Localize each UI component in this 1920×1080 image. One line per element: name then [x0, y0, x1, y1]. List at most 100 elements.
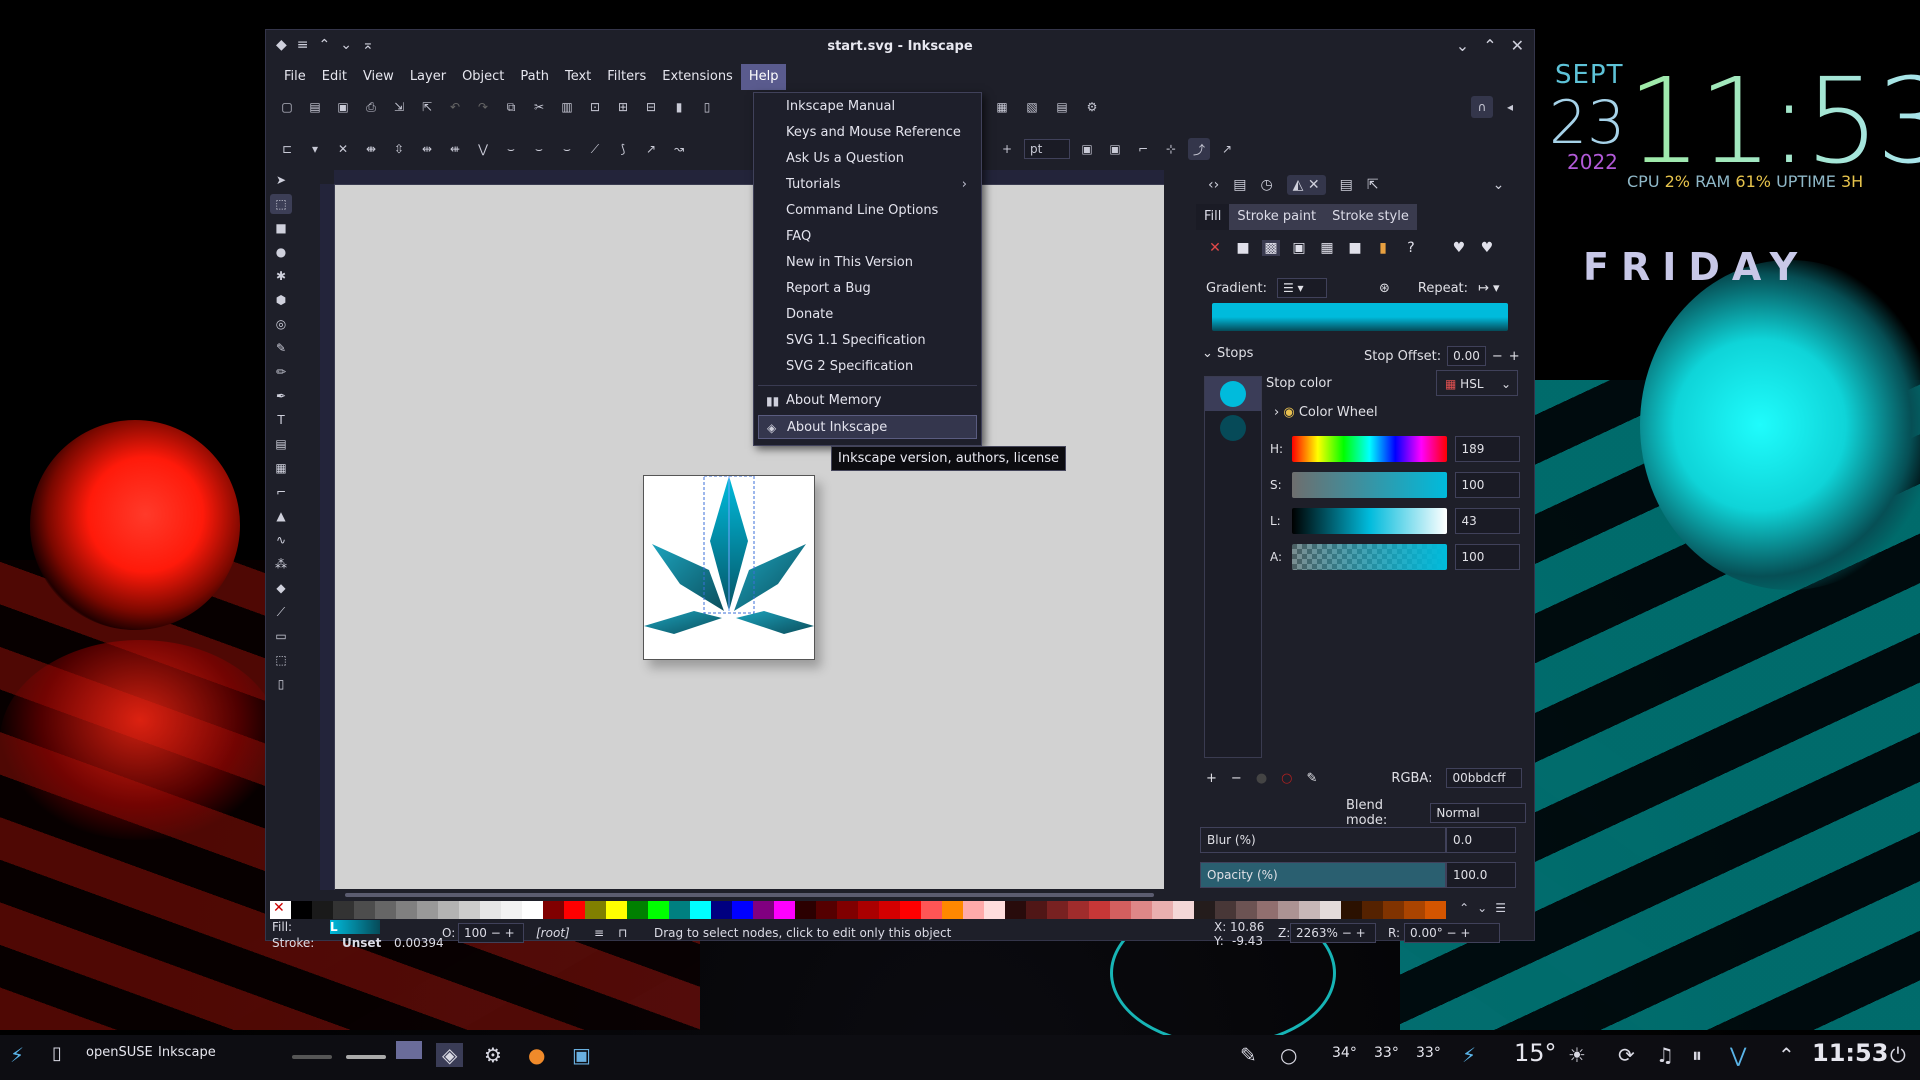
open-document-icon[interactable]: ▤ [304, 96, 326, 118]
palette-swatch[interactable] [312, 901, 333, 919]
palette-swatch[interactable] [1404, 901, 1425, 919]
palette-swatch[interactable] [753, 901, 774, 919]
saturation-slider[interactable] [1291, 472, 1447, 498]
palette-swatch[interactable] [354, 901, 375, 919]
snap-menu-icon[interactable]: ◂ [1499, 96, 1521, 118]
stop-offset-field[interactable]: 0.00 [1447, 346, 1486, 366]
menu-view[interactable]: View [355, 64, 402, 90]
node-tool-icon[interactable]: ⬚ [270, 194, 292, 214]
join-segment-icon[interactable]: ⇹ [416, 138, 438, 160]
plus-icon[interactable]: + [1509, 349, 1520, 364]
palette-swatch[interactable] [1110, 901, 1131, 919]
pen-tool-icon[interactable]: ✎ [270, 338, 292, 358]
tray-expand-icon[interactable]: ⌃ [1778, 1043, 1795, 1067]
stroke-to-path-icon[interactable]: ↝ [668, 138, 690, 160]
color-wheel-expander[interactable]: › ◉ Color Wheel [1274, 405, 1378, 420]
stop-list[interactable] [1204, 376, 1262, 758]
xml-editor-icon[interactable]: ▤ [1051, 96, 1073, 118]
palette-swatch[interactable] [879, 901, 900, 919]
color-mode-select[interactable]: ▦ HSL ⌄ [1436, 370, 1518, 396]
copy-icon[interactable]: ⧉ [500, 96, 522, 118]
palette-swatch[interactable] [1257, 901, 1278, 919]
fill-rule-nonzero-icon[interactable]: ♥ [1478, 240, 1496, 256]
star-tool-icon[interactable]: ✱ [270, 266, 292, 286]
palette-swatch[interactable] [690, 901, 711, 919]
palette-swatch[interactable] [1047, 901, 1068, 919]
pencil-tool-icon[interactable]: ✏ [270, 362, 292, 382]
layers-tab-icon[interactable]: ▤ [1340, 177, 1353, 193]
minus-icon[interactable]: − [1492, 349, 1503, 364]
alpha-slider[interactable] [1291, 544, 1447, 570]
palette-swatch[interactable] [585, 901, 606, 919]
blur-field[interactable]: 0.0 [1446, 827, 1516, 853]
symmetric-node-icon[interactable]: ⌣ [528, 138, 550, 160]
menu-layer[interactable]: Layer [402, 64, 454, 90]
menu-item-ask-question[interactable]: Ask Us a Question [758, 147, 977, 171]
menu-extensions[interactable]: Extensions [654, 64, 741, 90]
curve-segment-icon[interactable]: ⟆ [612, 138, 634, 160]
activity-name[interactable]: openSUSE [86, 1045, 153, 1060]
preferences-icon[interactable]: ⚙ [1081, 96, 1103, 118]
palette-swatch[interactable] [1173, 901, 1194, 919]
hue-slider[interactable] [1291, 436, 1447, 462]
snap-toggle-icon[interactable]: ∩ [1471, 96, 1493, 118]
palette-swatch[interactable] [648, 901, 669, 919]
palette-swatch[interactable] [732, 901, 753, 919]
palette-swatch[interactable] [921, 901, 942, 919]
gradient-link-icon[interactable]: ⊛ [1379, 281, 1390, 296]
menu-item-inkscape-manual[interactable]: Inkscape Manual [758, 95, 977, 119]
active-window-name[interactable]: Inkscape [158, 1045, 216, 1060]
taskbar-clock[interactable]: 11:53 [1812, 1039, 1888, 1067]
ungroup-icon[interactable]: ▧ [1021, 96, 1043, 118]
clone-icon[interactable]: ▯ [696, 96, 718, 118]
palette-swatch[interactable] [522, 901, 543, 919]
stops-header[interactable]: ⌄ Stops [1202, 346, 1253, 361]
close-icon[interactable]: ✕ [1511, 36, 1524, 55]
flat-color-icon[interactable]: ■ [1234, 240, 1252, 256]
show-transform-icon[interactable]: ⊹ [1160, 138, 1182, 160]
menu-item-faq[interactable]: FAQ [758, 225, 977, 249]
palette-swatch[interactable] [627, 901, 648, 919]
export-tab-icon[interactable]: ⇱ [1367, 177, 1379, 193]
3dbox-tool-icon[interactable]: ⬢ [270, 290, 292, 310]
palette-swatch[interactable] [1341, 901, 1362, 919]
settings-task-icon[interactable]: ⚙ [484, 1043, 502, 1067]
dropper-tool-icon[interactable]: ⌐ [270, 482, 292, 502]
no-paint-icon[interactable]: ✕ [1206, 240, 1224, 256]
palette-swatch[interactable] [1005, 901, 1026, 919]
print-icon[interactable]: ⎙ [360, 96, 382, 118]
blend-mode-select[interactable]: Normal [1430, 803, 1526, 823]
dock-menu-icon[interactable]: ⌄ [1493, 177, 1505, 193]
palette-swatch[interactable] [543, 901, 564, 919]
stop-swatch[interactable] [1220, 415, 1246, 441]
show-bbox-icon[interactable]: ↗ [1216, 138, 1238, 160]
layer-menu-icon[interactable]: ≡ [594, 926, 604, 940]
repeat-select[interactable]: ↦ ▾ [1478, 281, 1500, 296]
spiral-tool-icon[interactable]: ◎ [270, 314, 292, 334]
maximize-icon[interactable]: ⌃ [1483, 36, 1496, 55]
palette-swatch[interactable] [375, 901, 396, 919]
network-icon[interactable]: ⟳ [1618, 1043, 1635, 1067]
eyedropper-icon[interactable]: ✎ [1307, 771, 1318, 786]
palette-swatch[interactable] [501, 901, 522, 919]
palette-swatch[interactable] [795, 901, 816, 919]
tweak-tool-icon[interactable]: ∿ [270, 530, 292, 550]
desktop-pager-2[interactable] [346, 1055, 386, 1059]
zoom-page-icon[interactable]: ⊟ [640, 96, 662, 118]
palette-swatch[interactable] [1194, 901, 1215, 919]
selected-stop-row[interactable] [1205, 377, 1261, 411]
palette-down-icon[interactable]: ⌄ [1477, 901, 1487, 919]
menu-filters[interactable]: Filters [599, 64, 654, 90]
zoom-drawing-icon[interactable]: ⊞ [612, 96, 634, 118]
menu-edit[interactable]: Edit [314, 64, 355, 90]
palette-swatch[interactable] [837, 901, 858, 919]
zoom-tool-icon[interactable]: ⬚ [270, 650, 292, 670]
palette-swatch[interactable] [1068, 901, 1089, 919]
kde-connect-icon[interactable]: ⚡ [1462, 1043, 1476, 1067]
menu-item-new-in-version[interactable]: New in This Version [758, 251, 977, 275]
smooth-node-icon[interactable]: ⌣ [500, 138, 522, 160]
palette-swatch[interactable] [858, 901, 879, 919]
opacity-field[interactable]: 100.0 [1446, 862, 1516, 888]
new-document-icon[interactable]: ▢ [276, 96, 298, 118]
palette-swatch[interactable] [711, 901, 732, 919]
